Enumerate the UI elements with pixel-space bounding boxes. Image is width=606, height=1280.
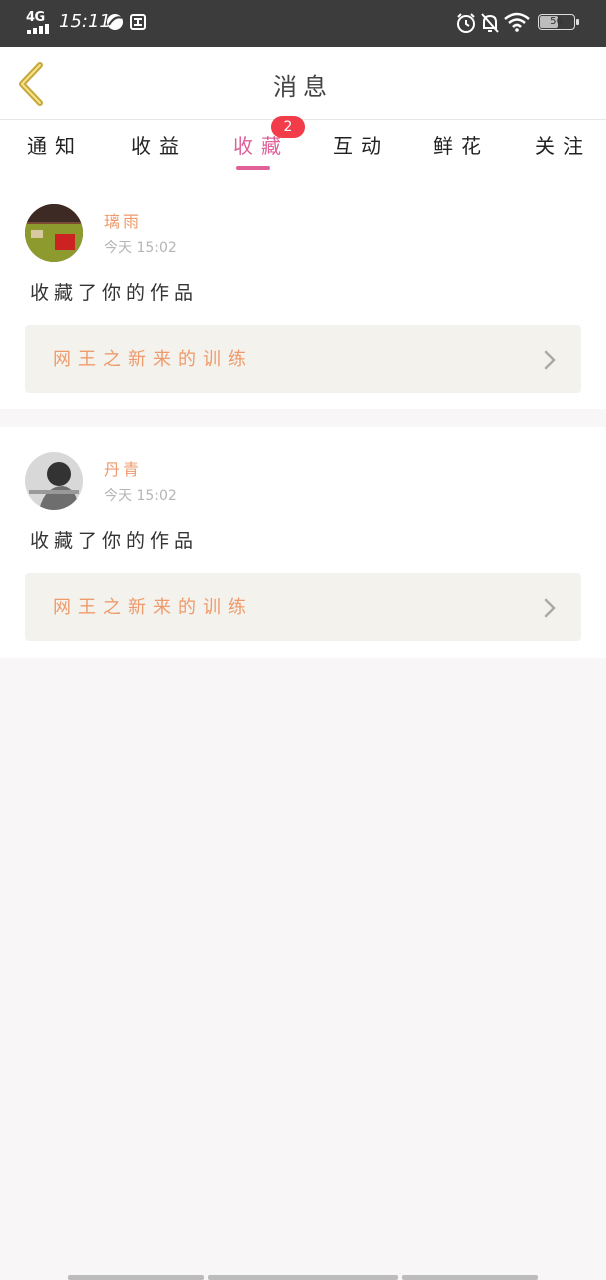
timestamp: 今天 15:02 [104, 488, 177, 504]
network-type: 4G [26, 10, 45, 25]
work-title: 网王之新来的训练 [53, 349, 253, 370]
work-title: 网王之新来的训练 [53, 597, 253, 618]
chevron-right-icon [544, 598, 556, 618]
action-text: 收藏了你的作品 [30, 530, 199, 552]
alarm-icon [457, 13, 475, 33]
active-tab-indicator [236, 166, 270, 170]
tab-follows[interactable]: 关注 [535, 130, 591, 159]
work-link[interactable]: 网王之新来的训练 [25, 325, 581, 393]
signal-icon [27, 24, 49, 34]
status-time: 15:11 [59, 11, 111, 32]
nav-handle-right[interactable] [402, 1275, 538, 1280]
avatar[interactable] [25, 204, 83, 262]
work-link[interactable]: 网王之新来的训练 [25, 573, 581, 641]
tab-bar: 通知 收益 收藏 2 互动 鲜花 关注 [0, 116, 606, 180]
nav-handle-center[interactable] [208, 1275, 398, 1280]
header: 消息 [0, 47, 606, 120]
battery-level: 56 [550, 16, 563, 27]
user-name[interactable]: 丹青 [104, 456, 142, 480]
mute-icon [481, 13, 499, 33]
user-name[interactable]: 璃雨 [104, 208, 142, 232]
tab-earnings[interactable]: 收益 [131, 130, 187, 159]
tab-notifications[interactable]: 通知 [27, 130, 83, 159]
wifi-icon [504, 12, 530, 32]
chevron-right-icon [544, 350, 556, 370]
tab-flowers[interactable]: 鲜花 [433, 130, 489, 159]
message-card: 丹青 今天 15:02 收藏了你的作品 网王之新来的训练 [0, 427, 606, 658]
nav-handle-left[interactable] [68, 1275, 204, 1280]
battery-cap [576, 19, 579, 25]
status-bar: 4G 15:11 56 [0, 0, 606, 47]
message-card: 璃雨 今天 15:02 收藏了你的作品 网王之新来的训练 [0, 180, 606, 409]
app-notification-icon [107, 14, 123, 30]
unread-badge: 2 [271, 116, 305, 138]
screenshot-icon [130, 14, 146, 30]
action-text: 收藏了你的作品 [30, 282, 199, 304]
avatar[interactable] [25, 452, 83, 510]
timestamp: 今天 15:02 [104, 240, 177, 256]
page-title: 消息 [273, 73, 333, 101]
tab-interactions[interactable]: 互动 [333, 130, 389, 159]
